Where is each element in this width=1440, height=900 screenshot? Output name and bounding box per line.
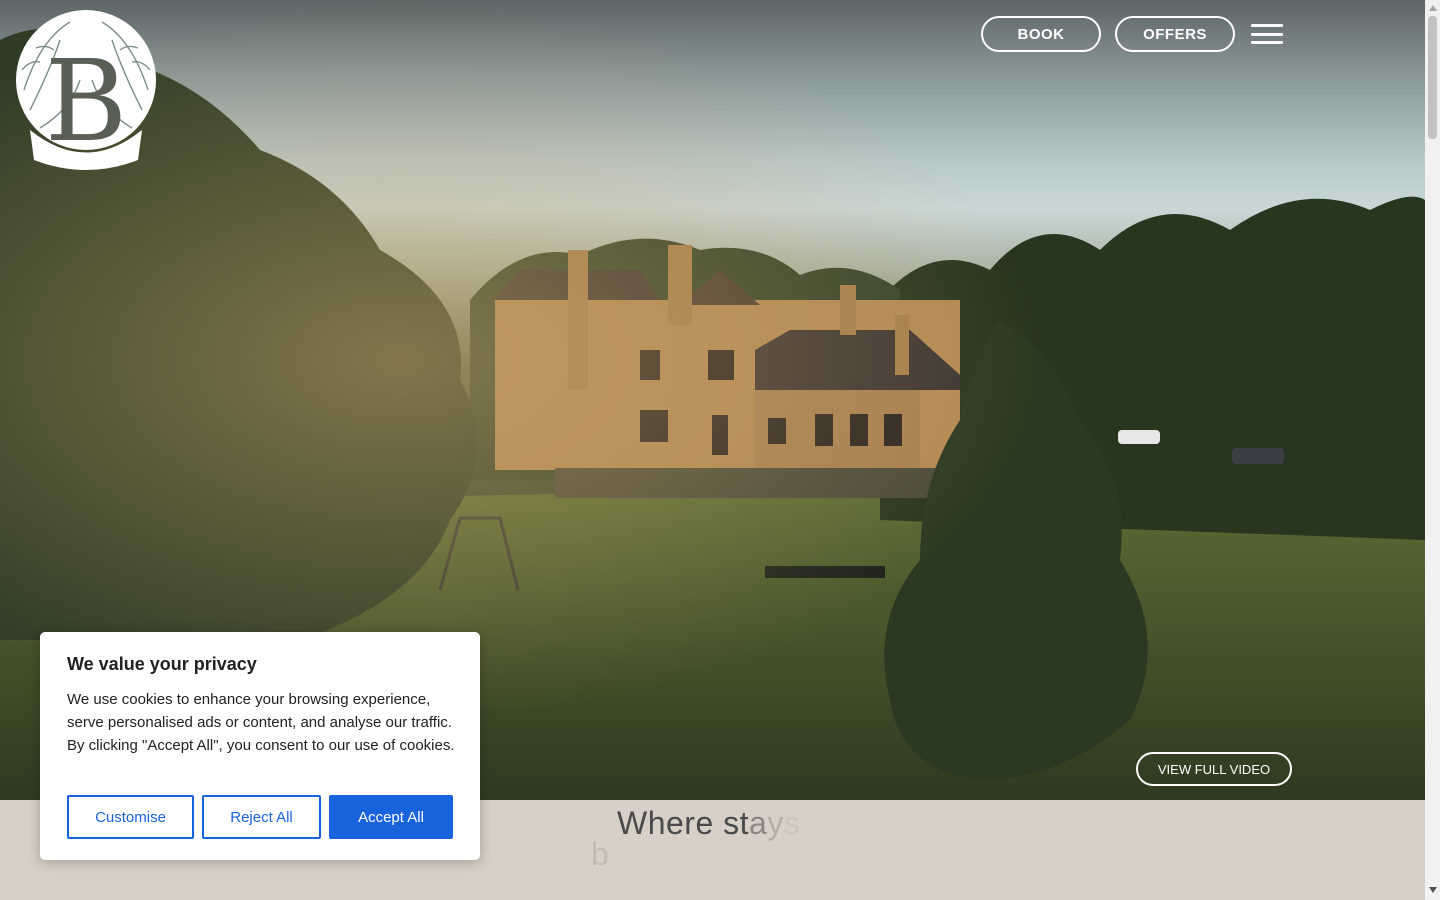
offers-button[interactable]: OFFERS [1115,16,1235,52]
menu-icon-bar [1251,24,1283,27]
logo[interactable]: B [0,0,172,172]
scroll-up-arrow-icon[interactable] [1429,5,1437,11]
scroll-down-arrow-icon[interactable] [1429,887,1437,893]
menu-icon[interactable] [1251,20,1283,48]
top-nav: BOOK OFFERS [981,16,1283,52]
tagline-text: Where st [617,805,750,841]
menu-icon-bar [1251,41,1283,44]
page: B BOOK OFFERS VIEW FULL VIDEO Where stay… [0,0,1440,900]
menu-icon-bar [1251,32,1283,36]
intro-tagline-line2: b [591,836,609,872]
book-button[interactable]: BOOK [981,16,1101,52]
tagline-text-fading: a [749,805,768,841]
intro-tagline: Where stays [617,805,800,842]
customise-button[interactable]: Customise [67,795,194,839]
cookie-title: We value your privacy [67,654,257,674]
view-full-video-button[interactable]: VIEW FULL VIDEO [1136,752,1292,786]
tagline-text-fading: y [767,805,784,841]
cookie-consent-banner: We value your privacy We use cookies to … [40,632,480,860]
cookie-body: We use cookies to enhance your browsing … [67,691,455,754]
scrollbar-thumb[interactable] [1428,16,1437,139]
tagline-text-fading: s [783,805,801,841]
logo-letter: B [45,37,127,167]
reject-all-button[interactable]: Reject All [202,795,321,839]
accept-all-button[interactable]: Accept All [329,795,453,839]
